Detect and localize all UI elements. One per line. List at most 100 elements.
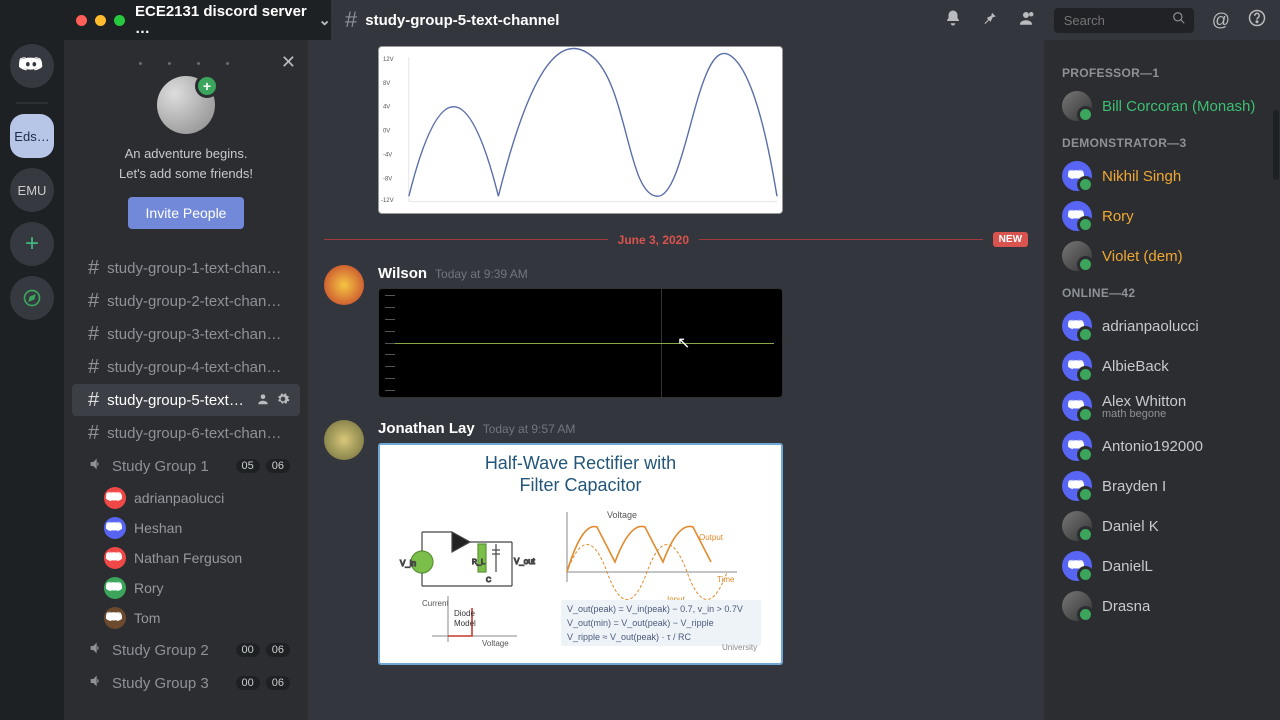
server-emu[interactable]: EMU [10, 168, 54, 212]
gear-icon[interactable] [276, 392, 290, 409]
member-item[interactable]: AlbieBack [1054, 346, 1270, 386]
svg-text:V_in: V_in [400, 559, 416, 568]
explore-button[interactable] [10, 276, 54, 320]
channel-sidebar: ✕ • • • • An adventure begins. Let's add… [64, 40, 308, 720]
channel-label: study-group-2-text-chan… [107, 293, 281, 310]
svg-text:University: University [722, 643, 757, 652]
channel-5[interactable]: # study-group-5-text… [72, 384, 300, 416]
scrollbar[interactable] [1273, 110, 1279, 180]
svg-text:-4V: -4V [383, 152, 392, 158]
hash-icon: # [88, 422, 99, 445]
svg-text:Model: Model [454, 619, 476, 628]
attachment-plot[interactable]: 12V8V4V 0V-4V-8V-12V [378, 46, 783, 214]
member-item[interactable]: Drasna [1054, 586, 1270, 626]
svg-text:Diode: Diode [454, 609, 475, 618]
avatar [1062, 591, 1092, 621]
member-item[interactable]: Antonio192000 [1054, 426, 1270, 466]
member-item[interactable]: Violet (dem) [1054, 236, 1270, 276]
message-timestamp: Today at 9:57 AM [483, 422, 576, 436]
member-name: Nikhil Singh [1102, 168, 1181, 185]
role-heading: Online—42 [1062, 286, 1262, 300]
mentions-icon[interactable]: @ [1212, 10, 1230, 31]
member-item[interactable]: Daniel K [1054, 506, 1270, 546]
close-icon[interactable]: ✕ [281, 52, 296, 73]
member-item[interactable]: adrianpaolucci [1054, 306, 1270, 346]
avatar [1062, 431, 1092, 461]
avatar [1062, 161, 1092, 191]
channel-4[interactable]: #study-group-4-text-chan… [72, 351, 300, 383]
avatar [1062, 551, 1092, 581]
svg-text:V_out(min) = V_out(peak) − V_r: V_out(min) = V_out(peak) − V_ripple [567, 618, 714, 628]
window-controls[interactable] [76, 15, 125, 26]
member-item[interactable]: Nikhil Singh [1054, 156, 1270, 196]
hash-icon: # [88, 323, 99, 346]
voice-channel[interactable]: Study Group 20006 [72, 634, 300, 666]
avatar[interactable] [324, 420, 364, 460]
member-name: Daniel K [1102, 518, 1159, 535]
hash-icon: # [88, 356, 99, 379]
member-item[interactable]: DanielL [1054, 546, 1270, 586]
speaker-icon [88, 456, 104, 476]
channel-1[interactable]: #study-group-1-text-chan… [72, 252, 300, 284]
svg-text:Time: Time [717, 575, 735, 584]
create-invite-icon[interactable] [256, 392, 270, 409]
divider-date: June 3, 2020 [618, 233, 689, 247]
avatar[interactable] [324, 265, 364, 305]
search-box[interactable] [1054, 8, 1194, 33]
members-toggle-icon[interactable] [1016, 9, 1036, 32]
invite-button[interactable]: Invite People [128, 197, 245, 229]
svg-text:V_ripple ≈ V_out(peak) · τ / R: V_ripple ≈ V_out(peak) · τ / RC [567, 632, 692, 642]
svg-text:V_out(peak) = V_in(peak) − 0.7: V_out(peak) = V_in(peak) − 0.7, v_in > 0… [567, 604, 743, 614]
help-icon[interactable] [1248, 9, 1266, 32]
member-item[interactable]: Alex Whittonmath begone [1054, 386, 1270, 426]
invite-card: ✕ • • • • An adventure begins. Let's add… [64, 40, 308, 251]
speaker-icon [88, 640, 104, 660]
hash-icon: # [88, 257, 99, 280]
notifications-icon[interactable] [944, 9, 962, 32]
voice-user[interactable]: adrianpaolucci [64, 483, 308, 513]
svg-text:4V: 4V [383, 105, 390, 111]
avatar [1062, 201, 1092, 231]
search-input[interactable] [1062, 12, 1162, 29]
server-dropdown[interactable]: ECE2131 discord server … ⌄ [135, 3, 331, 37]
voice-user[interactable]: Heshan [64, 513, 308, 543]
attachment-slide[interactable]: Half-Wave Rectifier withFilter Capacitor… [378, 443, 783, 665]
member-item[interactable]: Brayden I [1054, 466, 1270, 506]
channel-3[interactable]: #study-group-3-text-chan… [72, 318, 300, 350]
channel-2[interactable]: # study-group-2-text-chan… [72, 285, 300, 317]
voice-user[interactable]: Tom [64, 603, 308, 633]
channel-name: study-group-5-text-channel [365, 12, 559, 29]
hash-icon: # [88, 290, 99, 313]
server-eds[interactable]: Eds… [10, 114, 54, 158]
voice-user[interactable]: Rory [64, 573, 308, 603]
svg-text:12V: 12V [383, 57, 394, 63]
voice-channel[interactable]: Study Group 30006 [72, 667, 300, 699]
titlebar: ECE2131 discord server … ⌄ # study-group… [64, 0, 1280, 40]
channel-6[interactable]: #study-group-6-text-chan… [72, 417, 300, 449]
member-item[interactable]: Bill Corcoran (Monash) [1054, 86, 1270, 126]
message-wilson: Wilson Today at 9:39 AM ↖ [308, 261, 1044, 402]
channel-label: study-group-5-text… [107, 392, 244, 409]
date-divider: June 3, 2020 NEW [324, 232, 1028, 247]
voice-user[interactable]: Nathan Ferguson [64, 543, 308, 573]
server-title: ECE2131 discord server … [135, 3, 318, 37]
home-button[interactable] [10, 44, 54, 88]
svg-text:0V: 0V [383, 129, 390, 135]
avatar [1062, 471, 1092, 501]
message-author[interactable]: Jonathan Lay [378, 420, 475, 437]
message-author[interactable]: Wilson [378, 265, 427, 282]
hash-icon: # [345, 7, 357, 33]
avatar [1062, 391, 1092, 421]
svg-text:V_out: V_out [514, 557, 536, 566]
svg-text:-8V: -8V [383, 176, 392, 182]
pinned-icon[interactable] [980, 9, 998, 32]
message-jonathan: Jonathan Lay Today at 9:57 AM Half-Wave … [308, 416, 1044, 669]
invite-line2: Let's add some friends! [78, 164, 294, 184]
attachment-scope[interactable]: ↖ [378, 288, 783, 398]
avatar [1062, 351, 1092, 381]
hash-icon: # [88, 389, 99, 412]
chevron-down-icon: ⌄ [318, 11, 331, 29]
add-server-button[interactable]: + [10, 222, 54, 266]
voice-channel[interactable]: Study Group 10506 [72, 450, 300, 482]
member-item[interactable]: Rory [1054, 196, 1270, 236]
